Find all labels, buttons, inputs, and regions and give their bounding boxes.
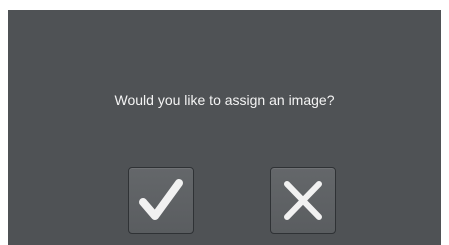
confirm-dialog: Would you like to assign an image? [8, 10, 441, 245]
cancel-button[interactable] [270, 167, 336, 234]
screen: Would you like to assign an image? [0, 0, 449, 245]
confirm-button[interactable] [128, 167, 194, 234]
dialog-question: Would you like to assign an image? [114, 92, 335, 108]
